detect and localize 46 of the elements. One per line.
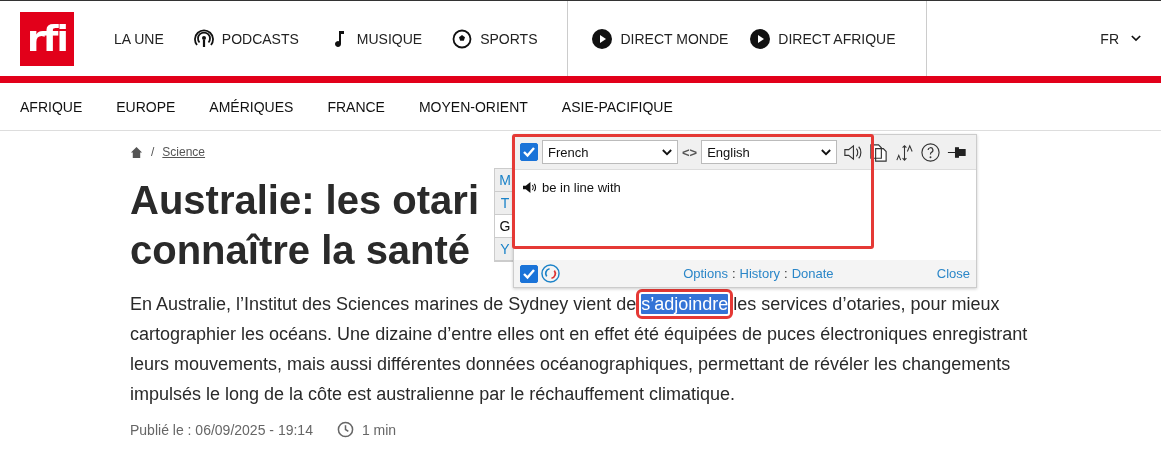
nav-link[interactable]: SPORTS <box>452 28 538 49</box>
checkbox[interactable] <box>520 264 538 283</box>
target-language-select[interactable]: English <box>701 140 838 164</box>
live-link[interactable]: DIRECT MONDE <box>592 28 729 49</box>
play-icon <box>592 28 613 49</box>
article-lead: En Australie, l’Institut des Sciences marines de Sydney vient de s’adjoindre les services d’otaries, pour mieux cartographier les océans. Une dizaine d’entre elles ont en effet été équipées de puces électroniques enregistrant leurs mouvements, mais aussi différentes données océanographiques, permettant de révéler les changements impulsés le long de la côte est australienne par le réchauffement climatique. <box>130 293 1029 406</box>
region-link[interactable]: EUROPE <box>116 98 176 115</box>
language-selector[interactable]: FR <box>1094 29 1147 48</box>
podcast-icon <box>193 28 214 49</box>
region-link[interactable]: AFRIQUE <box>20 98 83 115</box>
footer-link[interactable]: History <box>739 266 781 281</box>
football-icon <box>452 28 473 49</box>
chevron-down-icon <box>662 148 672 156</box>
read-time: 1 min <box>361 421 397 438</box>
article-title: connaître la santé <box>130 227 471 274</box>
region-link[interactable]: ASIE-PACIFIQUE <box>561 98 673 115</box>
nav-link[interactable]: PODCASTS <box>193 28 299 49</box>
live-link[interactable]: DIRECT AFRIQUE <box>750 28 896 49</box>
chevron-down-icon <box>1131 35 1141 42</box>
play-icon <box>750 28 771 49</box>
footer-link[interactable]: Donate <box>791 266 834 281</box>
home-icon[interactable] <box>130 145 143 159</box>
close-link[interactable]: Close <box>936 266 970 281</box>
region-link[interactable]: MOYEN-ORIENT <box>418 98 528 115</box>
chevron-down-icon <box>821 148 832 156</box>
source-language-select[interactable]: French <box>542 140 678 164</box>
region-link[interactable]: FRANCE <box>327 98 385 115</box>
rfi-logo[interactable]: rfi <box>20 11 74 66</box>
breadcrumb-separator: / <box>151 145 155 159</box>
checkbox[interactable] <box>520 143 538 161</box>
side-tab[interactable]: G <box>495 215 515 238</box>
region-link[interactable]: AMÉRIQUES <box>209 98 294 115</box>
clock-icon <box>336 421 354 438</box>
nav-link[interactable]: MUSIQUE <box>328 28 423 49</box>
nav-link[interactable]: LA UNE <box>114 30 164 47</box>
refresh-icon[interactable] <box>541 264 560 283</box>
help-icon[interactable] <box>920 141 942 163</box>
speaker-icon[interactable] <box>522 181 537 194</box>
footer-link[interactable]: Options <box>683 266 728 281</box>
article-title: Australie: les otari <box>130 177 479 224</box>
link-separator: : <box>731 266 736 281</box>
link-separator: : <box>784 266 788 281</box>
breadcrumb-link[interactable]: Science <box>162 145 206 159</box>
translation-result: be in line with <box>542 180 621 195</box>
publish-date: Publié le : 06/09/2025 - 19:14 <box>130 421 313 438</box>
swap-button[interactable]: <> <box>682 144 698 160</box>
